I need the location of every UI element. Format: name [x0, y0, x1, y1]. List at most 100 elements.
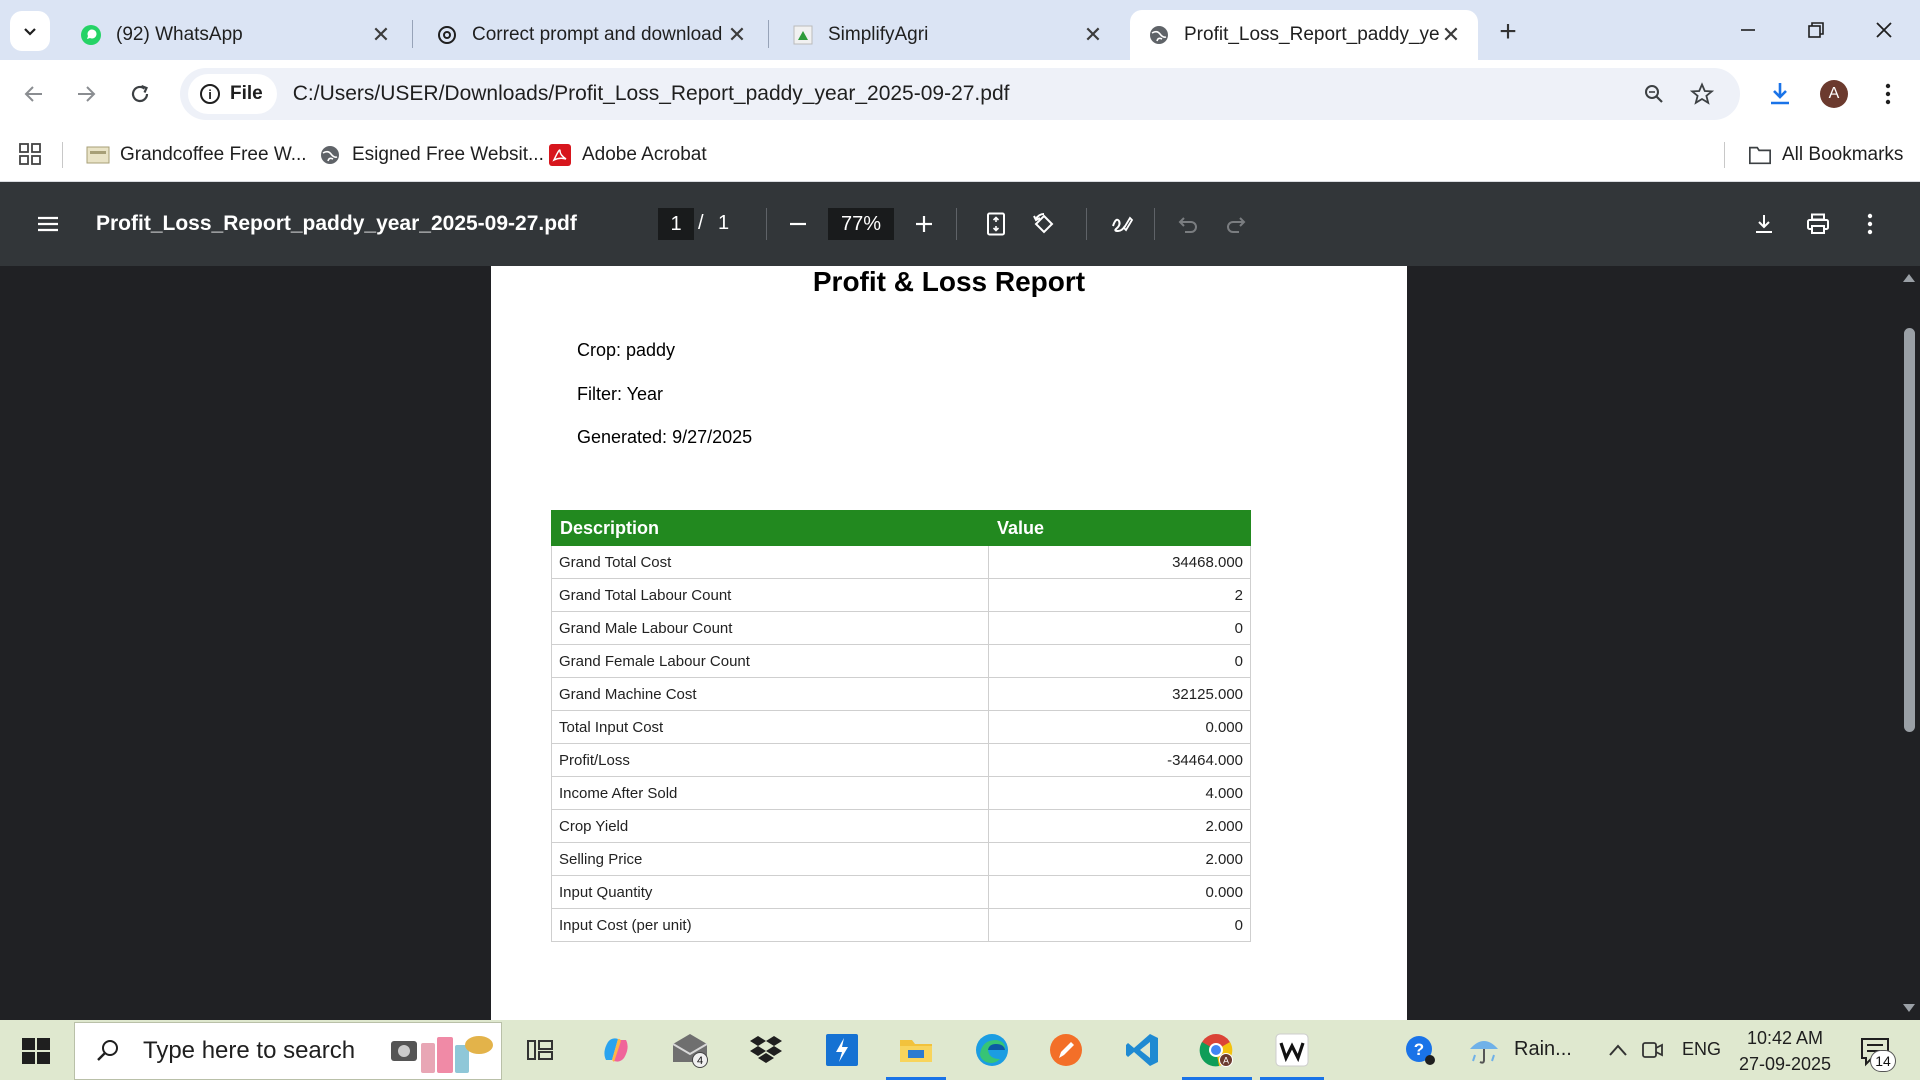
print-button[interactable] — [1800, 206, 1836, 242]
bookmark-esigned[interactable]: Esigned Free Websit... — [318, 140, 544, 170]
arrow-left-icon — [24, 86, 42, 102]
scroll-up-arrow[interactable] — [1903, 274, 1915, 282]
taskbar-file-explorer[interactable] — [894, 1028, 938, 1072]
close-window-button[interactable] — [1854, 8, 1914, 52]
draw-icon — [1112, 216, 1134, 233]
zoom-out-button[interactable] — [780, 206, 816, 242]
tab-chatgpt[interactable]: Correct prompt and download f ✕ — [418, 10, 764, 60]
clock-time: 10:42 AM — [1746, 1028, 1824, 1048]
download-icon — [1756, 215, 1772, 233]
all-bookmarks-button[interactable]: All Bookmarks — [1748, 140, 1903, 170]
new-tab-button[interactable]: + — [1490, 14, 1526, 50]
taskbar-edge[interactable] — [970, 1028, 1014, 1072]
tab-title: Profit_Loss_Report_paddy_year_ — [1184, 24, 1440, 45]
azure-app-icon — [826, 1034, 858, 1066]
minimize-button[interactable] — [1718, 8, 1778, 52]
windows-taskbar: Type here to search 4 A ? Rain... ENG 10… — [0, 1020, 1920, 1080]
taskbar-dropbox[interactable] — [744, 1028, 788, 1072]
row-description: Grand Total Labour Count — [551, 578, 989, 612]
pdf-scrollbar[interactable] — [1898, 266, 1920, 1020]
profile-button[interactable]: A — [1814, 74, 1854, 114]
browser-menu-button[interactable] — [1868, 74, 1908, 114]
apps-grid-icon[interactable] — [18, 142, 42, 166]
weather-text[interactable]: Rain... — [1514, 1038, 1572, 1061]
help-button[interactable]: ? — [1398, 1028, 1442, 1072]
forward-button[interactable] — [66, 74, 106, 114]
scroll-down-arrow[interactable] — [1903, 1004, 1915, 1012]
copilot-icon — [604, 1038, 628, 1062]
table-row: Input Cost (per unit) 0 — [551, 908, 1251, 942]
toolbar-divider — [956, 208, 957, 240]
language-indicator[interactable]: ENG — [1682, 1039, 1721, 1060]
zoom-indicator-button[interactable] — [1636, 76, 1672, 112]
arrow-right-icon — [78, 86, 96, 102]
taskbar-clock[interactable]: 10:42 AM 27-09-2025 — [1730, 1025, 1840, 1077]
reload-button[interactable] — [120, 74, 160, 114]
acrobat-icon — [548, 143, 572, 167]
zoom-level-input[interactable]: 77% — [828, 208, 894, 240]
weather-widget[interactable] — [1462, 1028, 1506, 1072]
tab-simplifyagri[interactable]: SimplifyAgri ✕ — [774, 10, 1120, 60]
tab-profit-loss-report[interactable]: Profit_Loss_Report_paddy_year_ ✕ — [1130, 10, 1478, 60]
taskbar-pencil-app[interactable] — [1044, 1028, 1088, 1072]
pdf-sidebar-menu-button[interactable] — [30, 206, 66, 242]
bookmark-adobe-acrobat[interactable]: Adobe Acrobat — [548, 140, 707, 170]
w-app-icon — [1275, 1033, 1309, 1067]
taskbar-copilot[interactable] — [594, 1028, 638, 1072]
tab-title: Correct prompt and download f — [472, 24, 726, 45]
annotate-button[interactable] — [1104, 206, 1140, 242]
windows-start-icon[interactable] — [14, 1034, 58, 1068]
report-crop: Crop: paddy — [577, 340, 676, 360]
pdf-download-button[interactable] — [1746, 206, 1782, 242]
url-text[interactable]: C:/Users/USER/Downloads/Profit_Loss_Repo… — [293, 82, 1010, 106]
close-icon[interactable]: ✕ — [726, 22, 748, 47]
close-icon[interactable]: ✕ — [370, 22, 392, 47]
taskbar-vscode[interactable] — [1120, 1028, 1164, 1072]
fit-to-page-button[interactable] — [978, 206, 1014, 242]
clock-date: 27-09-2025 — [1738, 1054, 1832, 1074]
pdf-viewport[interactable]: Profit & Loss Report Crop: paddy Filter:… — [0, 266, 1920, 1020]
restore-button[interactable] — [1786, 8, 1846, 52]
close-icon[interactable]: ✕ — [1082, 22, 1104, 47]
table-row: Grand Total Cost 34468.000 — [551, 545, 1251, 579]
page-number-input[interactable]: 1 — [658, 208, 694, 240]
pdf-more-button[interactable] — [1852, 206, 1888, 242]
row-description: Input Cost (per unit) — [551, 908, 989, 942]
taskbar-chrome[interactable]: A — [1194, 1028, 1238, 1072]
undo-button[interactable] — [1170, 206, 1206, 242]
table-row: Profit/Loss -34464.000 — [551, 743, 1251, 777]
bookmark-star-button[interactable] — [1684, 76, 1720, 112]
tab-separator — [768, 20, 769, 48]
close-icon[interactable]: ✕ — [1440, 22, 1462, 47]
table-header-row: Description Value — [551, 510, 1251, 546]
bookmark-grandcoffee[interactable]: Grandcoffee Free W... — [86, 140, 307, 170]
taskbar-search-box[interactable]: Type here to search — [74, 1022, 502, 1080]
meet-now-button[interactable] — [1630, 1028, 1674, 1072]
row-value: -34464.000 — [988, 743, 1251, 777]
tab-whatsapp[interactable]: (92) WhatsApp ✕ — [62, 10, 408, 60]
zoom-in-button[interactable] — [906, 206, 942, 242]
back-button[interactable] — [14, 74, 54, 114]
chrome-icon: A — [1199, 1034, 1233, 1067]
task-view-button[interactable] — [518, 1028, 562, 1072]
row-value: 32125.000 — [988, 677, 1251, 711]
bookmarks-divider — [62, 142, 63, 168]
downloads-button[interactable] — [1760, 74, 1800, 114]
redo-button[interactable] — [1218, 206, 1254, 242]
row-description: Input Quantity — [551, 875, 989, 909]
tab-search-button[interactable] — [10, 11, 50, 51]
globe-icon — [1150, 26, 1168, 44]
svg-text:?: ? — [1414, 1040, 1424, 1059]
toolbar-divider — [1154, 208, 1155, 240]
folder-icon — [900, 1040, 932, 1062]
taskbar-w-app[interactable] — [1270, 1028, 1314, 1072]
taskbar-app-blue[interactable] — [820, 1028, 864, 1072]
rotate-button[interactable] — [1026, 206, 1062, 242]
address-bar[interactable]: i File C:/Users/USER/Downloads/Profit_Lo… — [180, 68, 1740, 120]
scroll-thumb[interactable] — [1904, 328, 1915, 732]
table-row: Crop Yield 2.000 — [551, 809, 1251, 843]
site-info-chip[interactable]: i File — [188, 74, 277, 114]
taskbar-mail[interactable]: 4 — [668, 1028, 712, 1072]
bookmark-label: Esigned Free Websit... — [352, 144, 544, 165]
site-chip-label: File — [230, 83, 263, 104]
